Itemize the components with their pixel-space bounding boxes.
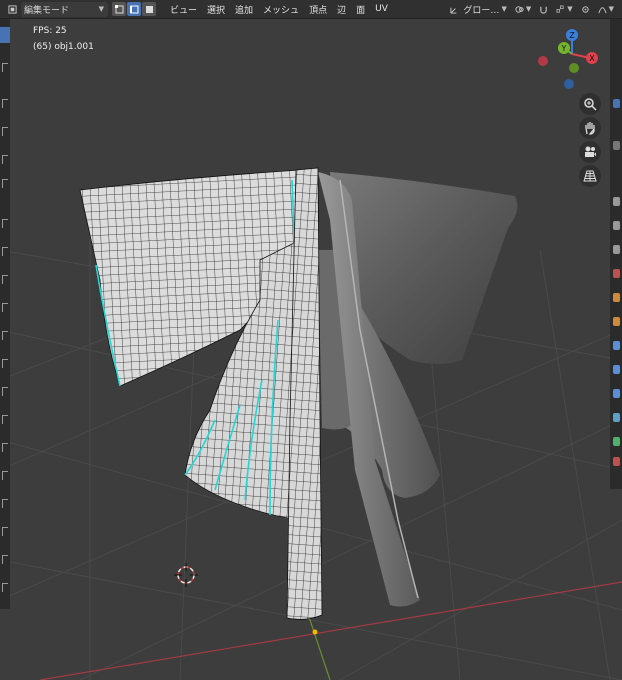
menu-vertex[interactable]: 頂点 xyxy=(304,0,332,19)
transform-tool[interactable] xyxy=(2,179,8,188)
inset-tool[interactable] xyxy=(2,331,8,340)
chevron-down-icon: ▼ xyxy=(525,5,532,13)
fps-counter: FPS: 25 xyxy=(33,26,67,36)
transform-orientation-button[interactable]: グロー… ▼ xyxy=(446,2,510,17)
tool-shelf xyxy=(0,19,10,609)
object-info: (65) obj1.001 xyxy=(33,42,94,52)
object-data-tab[interactable] xyxy=(613,413,620,422)
properties-tab-strip xyxy=(610,19,622,489)
texture-tab[interactable] xyxy=(613,457,620,466)
spin-tool[interactable] xyxy=(2,471,8,480)
perspective-toggle-button[interactable] xyxy=(579,165,601,187)
chevron-down-icon: ▼ xyxy=(501,5,507,13)
proportional-edit-toggle[interactable] xyxy=(577,2,594,17)
menu-face[interactable]: 面 xyxy=(351,0,370,19)
knife-tool[interactable] xyxy=(2,415,8,424)
menu-select[interactable]: 選択 xyxy=(202,0,230,19)
mode-selector[interactable]: 編集モード ▼ xyxy=(21,1,108,17)
gizmo-neg-x[interactable] xyxy=(538,56,548,66)
measure-tool[interactable] xyxy=(2,247,8,256)
vertex-select-icon xyxy=(114,4,123,13)
poly-build-tool[interactable] xyxy=(2,443,8,452)
chevron-down-icon: ▼ xyxy=(567,5,573,13)
viewport-canvas[interactable] xyxy=(0,19,622,680)
loop-cut-tool[interactable] xyxy=(2,387,8,396)
scale-tool[interactable] xyxy=(2,155,8,164)
3d-cursor-icon xyxy=(174,563,198,587)
camera-view-button[interactable] xyxy=(579,141,601,163)
vertex-select-button[interactable] xyxy=(112,2,126,16)
face-select-icon xyxy=(145,5,153,13)
falloff-button[interactable]: ▼ xyxy=(594,2,618,17)
mode-label: 編集モード xyxy=(24,5,70,16)
smooth-tool[interactable] xyxy=(2,499,8,508)
edge-select-icon xyxy=(129,5,138,13)
snap-target-icon xyxy=(556,4,564,13)
annotate-tool[interactable] xyxy=(2,219,8,228)
zoom-icon xyxy=(584,98,597,111)
bevel-tool[interactable] xyxy=(2,359,8,368)
physics-tab[interactable] xyxy=(613,365,620,374)
add-cube-tool[interactable] xyxy=(2,275,8,284)
zoom-button[interactable] xyxy=(579,93,601,115)
gizmo-neg-y[interactable] xyxy=(569,63,579,73)
material-tab[interactable] xyxy=(613,437,620,446)
world-tab[interactable] xyxy=(613,269,620,278)
face-select-button[interactable] xyxy=(142,2,156,16)
scene-tab[interactable] xyxy=(613,245,620,254)
proportional-edit-icon xyxy=(581,5,589,13)
viewport-header: 編集モード ▼ ビュー 選択 追加 メッシュ 頂点 辺 面 UV グロー… ▼ … xyxy=(0,0,622,19)
modifier-tab[interactable] xyxy=(613,317,620,326)
chevron-down-icon: ▼ xyxy=(98,5,104,13)
pivot-button[interactable]: ▼ xyxy=(511,2,535,17)
navigation-gizmo[interactable]: Z Y X xyxy=(532,24,612,104)
menu-uv[interactable]: UV xyxy=(370,0,393,19)
tool-tab[interactable] xyxy=(613,99,620,108)
x-axis-line xyxy=(39,581,622,680)
pan-button[interactable] xyxy=(579,117,601,139)
global-orientation-icon xyxy=(450,7,457,14)
gizmo-y-label: Y xyxy=(561,44,567,53)
editor-type-button[interactable] xyxy=(4,2,21,17)
select-box-tool[interactable] xyxy=(0,27,10,43)
menu-add[interactable]: 追加 xyxy=(230,0,258,19)
particles-tab[interactable] xyxy=(613,341,620,350)
header-right-tools: グロー… ▼ ▼ ▼ ▼ xyxy=(446,2,622,17)
gizmo-neg-z[interactable] xyxy=(564,79,574,89)
cursor-tool[interactable] xyxy=(2,63,8,72)
grid-perspective-icon xyxy=(583,170,597,182)
snap-toggle[interactable] xyxy=(535,2,552,17)
select-mode-group xyxy=(112,2,157,16)
rip-tool[interactable] xyxy=(2,583,8,592)
chevron-down-icon: ▼ xyxy=(608,5,614,13)
menu-edge[interactable]: 辺 xyxy=(332,0,351,19)
shrink-fatten-tool[interactable] xyxy=(2,555,8,564)
render-tab[interactable] xyxy=(613,141,620,150)
orientation-label: グロー… xyxy=(463,5,500,16)
output-tab[interactable] xyxy=(613,197,620,206)
falloff-curve-icon xyxy=(598,6,607,13)
3d-viewport-icon xyxy=(8,4,17,14)
gizmo-z-label: Z xyxy=(569,31,575,40)
pivot-icon xyxy=(515,5,524,13)
edge-select-button[interactable] xyxy=(127,2,141,16)
rotate-tool[interactable] xyxy=(2,127,8,136)
menu-mesh[interactable]: メッシュ xyxy=(258,0,304,19)
origin-point xyxy=(312,629,318,635)
camera-icon xyxy=(585,146,596,157)
gizmo-x-label: X xyxy=(589,54,595,63)
edge-slide-tool[interactable] xyxy=(2,527,8,536)
magnet-icon xyxy=(540,6,548,14)
constraints-tab[interactable] xyxy=(613,389,620,398)
snap-target-button[interactable]: ▼ xyxy=(552,2,576,17)
move-tool[interactable] xyxy=(2,99,8,108)
hand-icon xyxy=(585,122,595,135)
extrude-tool[interactable] xyxy=(2,303,8,312)
view-layer-tab[interactable] xyxy=(613,221,620,230)
menu-view[interactable]: ビュー xyxy=(165,0,202,19)
object-tab[interactable] xyxy=(613,293,620,302)
